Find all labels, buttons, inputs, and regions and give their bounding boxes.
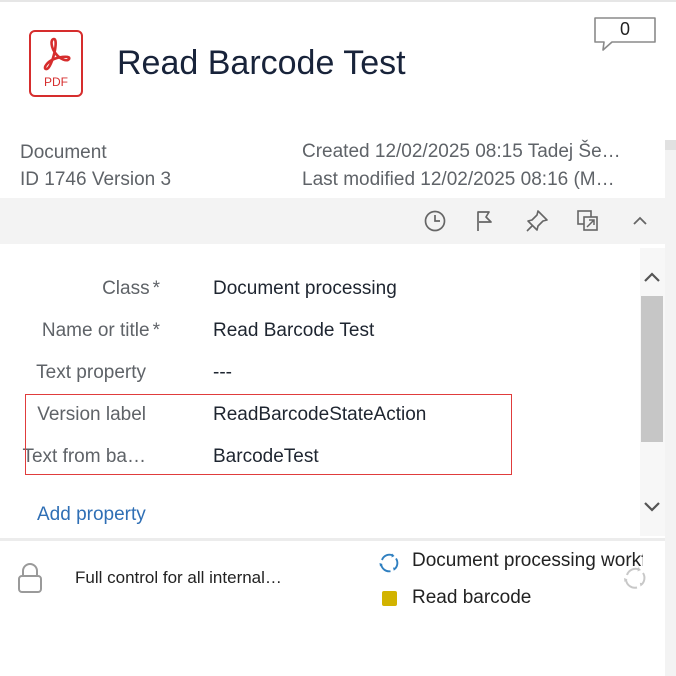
property-row[interactable]: Text property --- <box>0 362 630 390</box>
property-label: Text property <box>36 362 146 383</box>
property-value: Read Barcode Test <box>213 320 375 341</box>
add-property-link[interactable]: Add property <box>37 504 146 526</box>
created-info: Created 12/02/2025 08:15 Tadej Še… <box>302 141 621 162</box>
lock-icon <box>16 562 44 599</box>
workflow-name[interactable]: Document processing workflow <box>412 550 643 572</box>
history-icon[interactable] <box>422 208 448 234</box>
comments-button[interactable]: 0 <box>592 15 658 53</box>
pin-icon[interactable] <box>524 208 550 234</box>
scroll-up-icon[interactable] <box>641 266 663 293</box>
collapse-icon[interactable] <box>627 208 653 234</box>
modified-info: Last modified 12/02/2025 08:16 (M… <box>302 169 615 190</box>
state-color-icon <box>382 591 397 606</box>
top-border <box>0 0 676 2</box>
workflow-icon <box>378 552 400 579</box>
right-panel-edge <box>665 140 676 676</box>
metadata-toolbar <box>0 198 665 244</box>
object-id-version: ID 1746 Version 3 <box>20 169 172 190</box>
property-label: Name or title * <box>41 320 160 341</box>
property-row[interactable]: Class * Document processing <box>0 278 630 306</box>
scrollbar-thumb[interactable] <box>641 296 663 442</box>
right-panel-edge-top <box>665 140 676 150</box>
document-title: Read Barcode Test <box>117 44 406 82</box>
property-value: --- <box>213 362 232 383</box>
property-row[interactable]: Name or title * Read Barcode Test <box>0 320 630 348</box>
pdf-file-icon: PDF <box>29 30 83 97</box>
pop-out-icon[interactable] <box>575 208 601 234</box>
workflow-status-icon[interactable] <box>622 565 648 596</box>
object-type: Document <box>20 142 107 163</box>
permissions-label[interactable]: Full control for all internal… <box>75 568 282 588</box>
property-value: Document processing <box>213 278 397 299</box>
highlight-annotation <box>25 394 512 475</box>
section-divider <box>0 538 665 541</box>
pdf-file-label: PDF <box>44 75 68 89</box>
workflow-state[interactable]: Read barcode <box>412 587 531 609</box>
scroll-down-icon[interactable] <box>641 496 663 523</box>
flag-icon[interactable] <box>472 208 498 234</box>
property-label: Class * <box>102 278 160 299</box>
comment-count: 0 <box>619 19 630 39</box>
